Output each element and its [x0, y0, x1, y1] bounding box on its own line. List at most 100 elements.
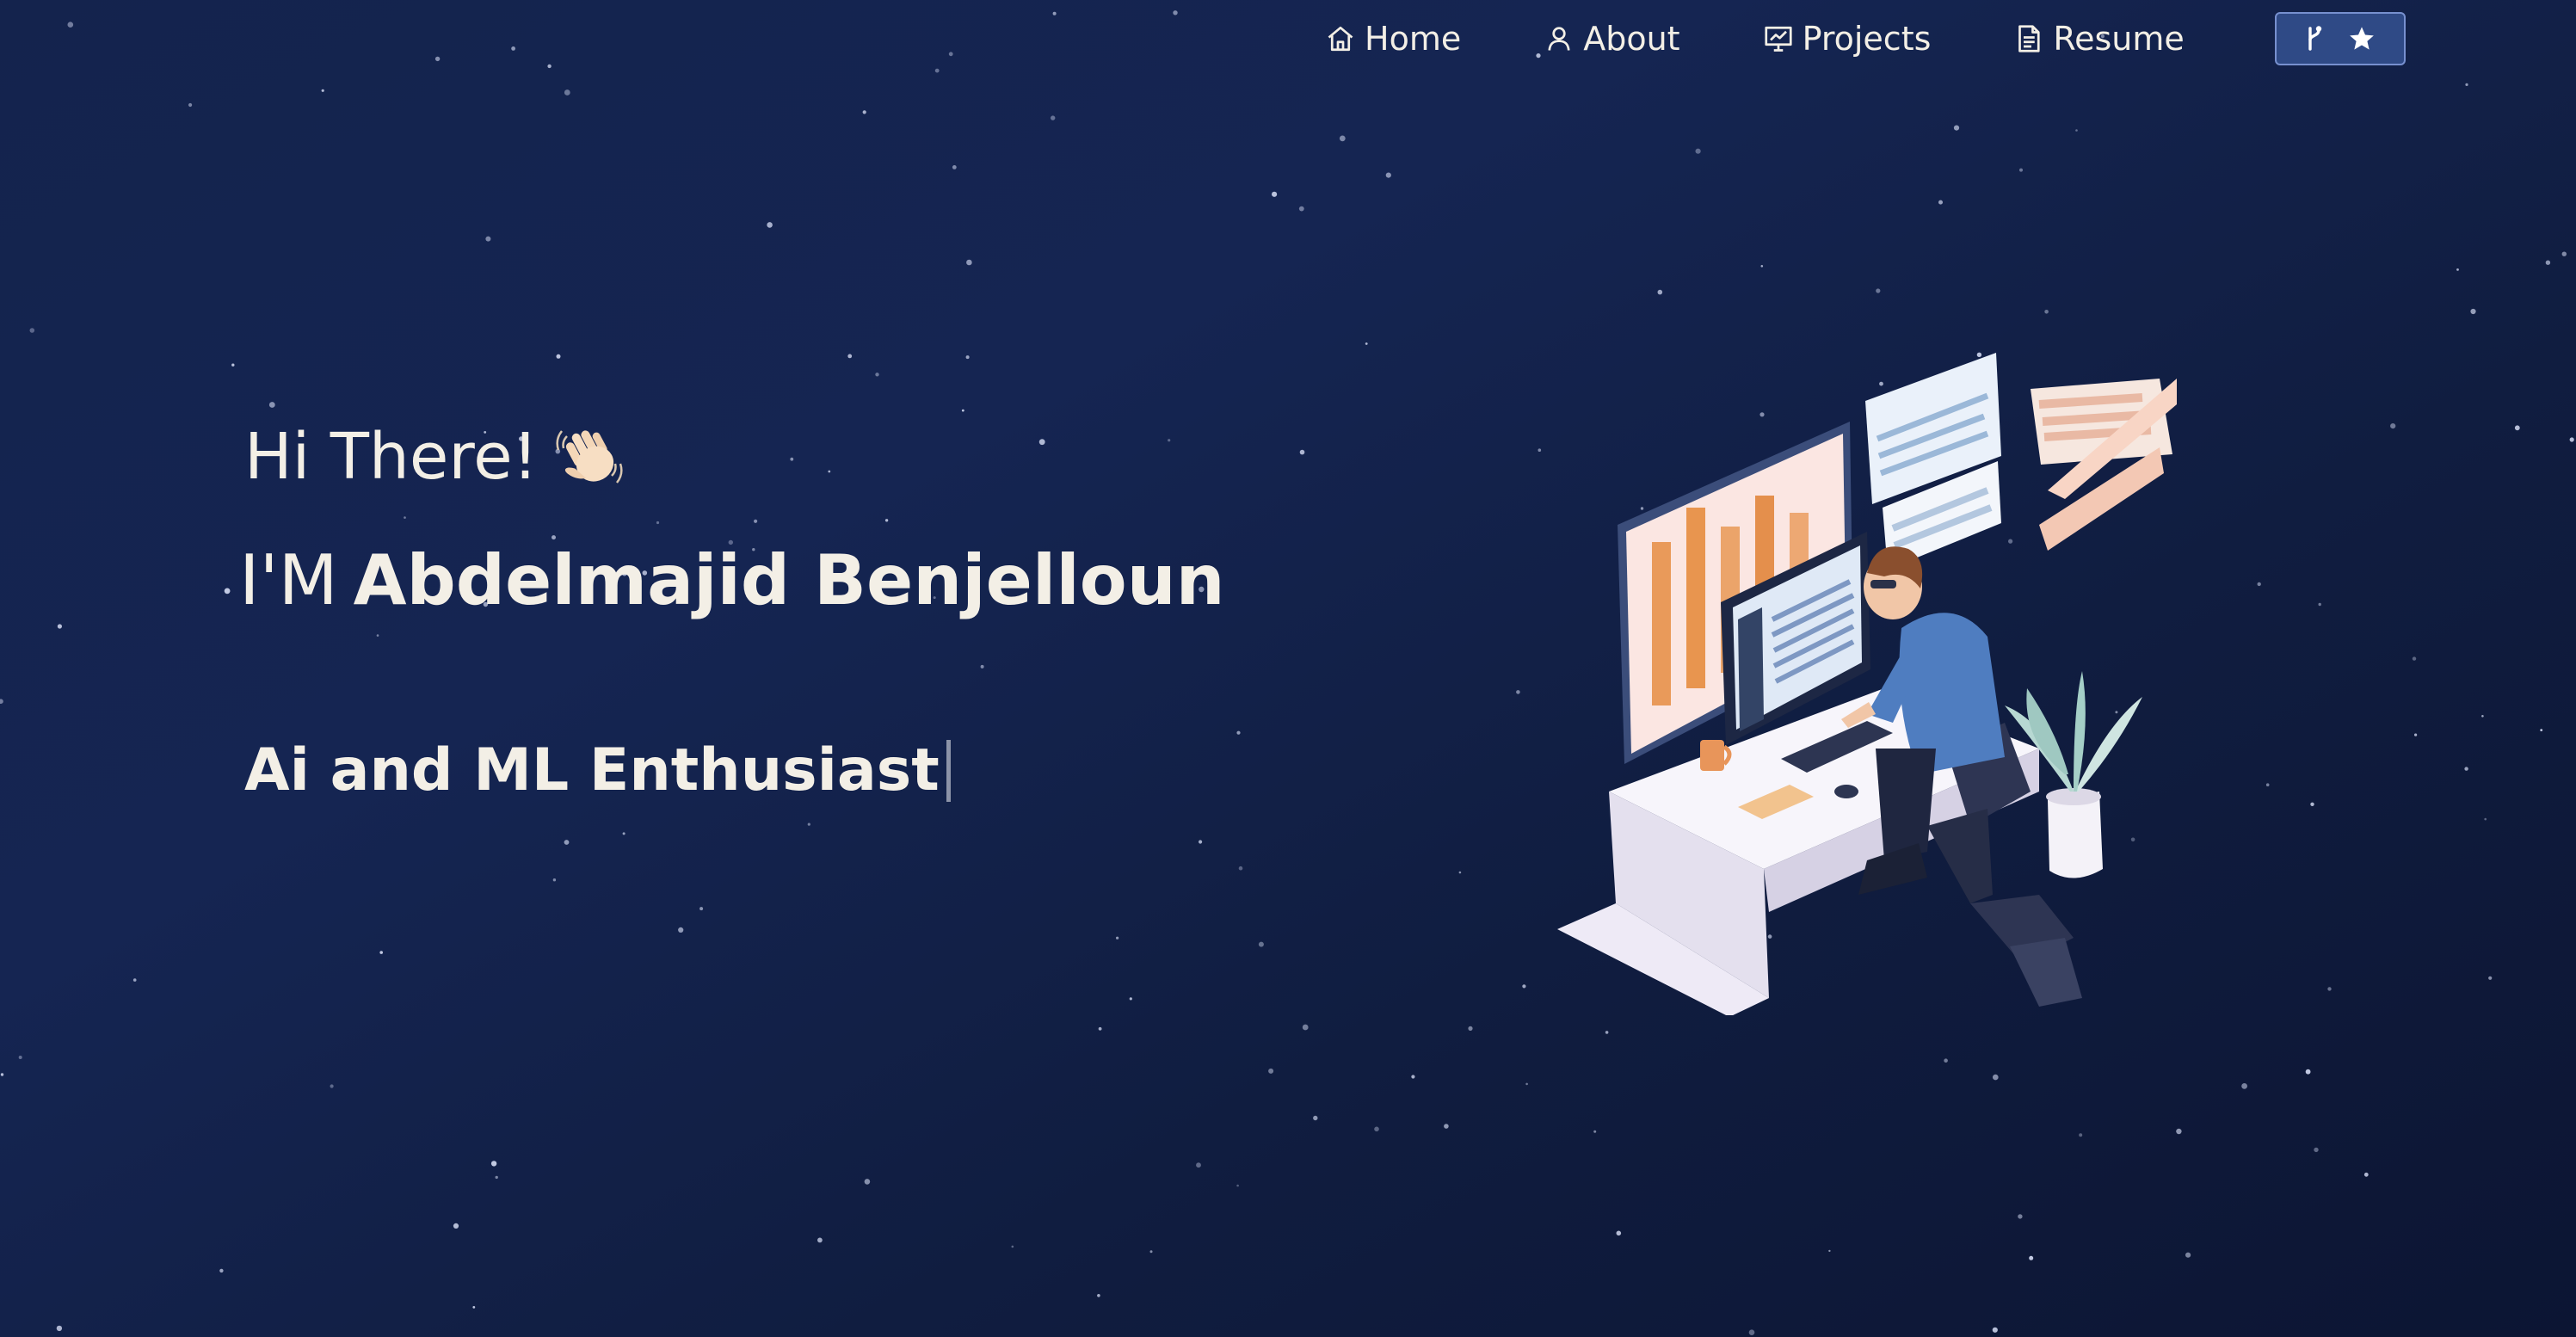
star — [1444, 1124, 1449, 1129]
document-icon — [2013, 23, 2044, 54]
star — [224, 588, 231, 595]
star — [2456, 268, 2459, 271]
star — [1616, 1230, 1622, 1236]
top-navbar: Home About Projects Resume — [1325, 12, 2406, 65]
star — [2257, 582, 2261, 587]
star — [1298, 206, 1304, 212]
star — [656, 521, 660, 525]
star — [1168, 439, 1171, 442]
name-heading: I'M Abdelmajid Benjelloun — [239, 540, 1225, 620]
star — [1411, 1075, 1415, 1079]
star — [552, 535, 556, 540]
star — [2318, 602, 2321, 607]
star — [379, 951, 384, 954]
greeting-heading: Hi There! — [244, 420, 624, 494]
star — [1992, 1327, 1998, 1333]
nav-home-link[interactable]: Home — [1325, 20, 1461, 58]
star — [2414, 733, 2418, 736]
star — [884, 519, 889, 522]
name-prefix: I'M — [239, 540, 338, 620]
star — [1993, 1074, 1999, 1081]
star — [321, 89, 324, 92]
star — [2075, 129, 2078, 132]
star — [330, 1084, 334, 1088]
star — [2327, 987, 2332, 991]
waving-hand-icon — [555, 422, 624, 491]
star — [864, 1179, 871, 1185]
star — [2470, 308, 2476, 315]
star — [2029, 1255, 2034, 1260]
developer-at-desk-illustration — [1557, 353, 2177, 1015]
star — [1051, 115, 1056, 120]
star — [268, 402, 275, 408]
star — [1149, 1250, 1153, 1254]
star — [1268, 1068, 1274, 1074]
star — [678, 927, 684, 933]
star — [552, 878, 557, 882]
star — [1097, 1294, 1100, 1297]
star — [699, 907, 704, 911]
star — [1525, 1082, 1528, 1086]
github-fork-star-button[interactable] — [2275, 12, 2406, 65]
star — [754, 519, 758, 523]
star — [2465, 83, 2468, 86]
floating-ui-panel — [2031, 379, 2177, 551]
star — [1299, 449, 1305, 455]
star — [434, 56, 441, 62]
nav-home-label: Home — [1365, 20, 1462, 58]
star — [1760, 265, 1764, 268]
star — [952, 165, 957, 169]
star — [453, 1223, 459, 1229]
star — [231, 363, 235, 367]
star — [2265, 783, 2270, 786]
star — [1374, 1126, 1379, 1132]
star — [57, 624, 62, 629]
star — [828, 470, 831, 473]
star — [980, 664, 984, 668]
star — [1038, 439, 1045, 446]
typewriter-role: Ai and ML Enthusiast — [244, 736, 951, 804]
star — [2484, 817, 2487, 821]
nav-resume-link[interactable]: Resume — [2013, 20, 2185, 58]
star — [1272, 191, 1278, 197]
nav-about-link[interactable]: About — [1544, 20, 1680, 58]
star — [1196, 1162, 1201, 1168]
star — [547, 64, 552, 69]
star-icon — [2348, 25, 2376, 52]
star — [2540, 729, 2543, 731]
star — [1458, 871, 1462, 874]
star — [495, 1175, 498, 1180]
star — [1468, 1026, 1473, 1031]
star — [1258, 941, 1264, 947]
star — [2185, 1252, 2191, 1258]
star — [1173, 10, 1178, 15]
star — [966, 259, 972, 266]
star — [1236, 1184, 1239, 1187]
star — [67, 22, 74, 28]
full-name: Abdelmajid Benjelloun — [353, 540, 1225, 620]
star — [1605, 1031, 1609, 1034]
star — [1516, 690, 1520, 694]
star — [961, 409, 964, 412]
star — [2514, 425, 2520, 431]
star — [2314, 1147, 2319, 1153]
nav-projects-link[interactable]: Projects — [1763, 20, 1932, 58]
star — [2363, 1172, 2369, 1177]
star — [564, 840, 570, 845]
star — [1748, 1329, 1755, 1335]
star — [188, 102, 193, 108]
nav-projects-label: Projects — [1802, 20, 1932, 58]
user-icon — [1544, 23, 1575, 54]
star — [1052, 11, 1057, 15]
role-text: Ai and ML Enthusiast — [244, 736, 940, 804]
star — [1129, 997, 1132, 1001]
star — [875, 373, 879, 377]
star — [1236, 730, 1241, 735]
star — [2176, 1128, 2182, 1135]
star — [0, 699, 3, 704]
star — [2019, 168, 2023, 172]
star — [948, 52, 953, 57]
star — [862, 110, 866, 114]
star — [56, 1325, 63, 1332]
star — [2390, 423, 2396, 429]
